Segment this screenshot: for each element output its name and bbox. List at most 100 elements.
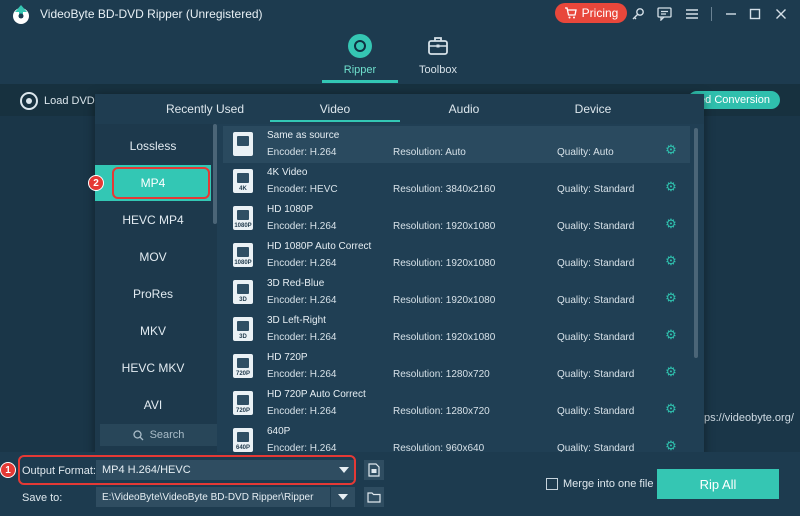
preset-name: HD 720P [267,352,308,363]
save-to-label: Save to: [22,492,63,504]
preset-encoder: Encoder: H.264 [267,221,337,232]
category-prores[interactable]: ProRes [95,276,211,312]
load-dvd-button[interactable]: Load DVD [20,92,95,110]
preset-scrollbar[interactable] [694,128,698,358]
category-hevc-mkv[interactable]: HEVC MKV [95,350,211,386]
merge-label: Merge into one file [563,478,654,490]
search-icon [132,429,144,440]
category-lossless[interactable]: Lossless [95,128,211,164]
video-file-icon: 640P [233,428,253,452]
category-scrollbar[interactable] [213,124,217,224]
3d-cube-icon: 3D [233,280,253,304]
preset-encoder: Encoder: H.264 [267,406,337,417]
gear-icon[interactable]: ⚙ [664,439,678,453]
chevron-down-icon [338,494,348,500]
open-folder-button[interactable] [364,487,384,507]
category-avi[interactable]: AVI [95,387,211,423]
preset-row[interactable]: 1080P HD 1080P Auto Correct Encoder: H.2… [223,237,690,274]
gear-icon[interactable]: ⚙ [664,328,678,342]
preset-list: Same as source Encoder: H.264 Resolution… [223,124,690,458]
main-nav: Ripper Toolbox [0,28,800,84]
preset-name: 3D Left-Right [267,315,326,326]
pricing-button[interactable]: Pricing [555,3,627,23]
gear-icon[interactable]: ⚙ [664,180,678,194]
preset-row[interactable]: Same as source Encoder: H.264 Resolution… [223,126,690,163]
preset-name: Same as source [267,130,340,141]
preset-row[interactable]: 720P HD 720P Encoder: H.264 Resolution: … [223,348,690,385]
maximize-icon[interactable] [746,5,764,23]
preset-row[interactable]: 4K 4K Video Encoder: HEVC Resolution: 38… [223,163,690,200]
preset-encoder: Encoder: HEVC [267,184,338,195]
merge-checkbox[interactable] [546,478,558,490]
preset-resolution: Resolution: 1280x720 [393,406,490,417]
step-badge-1: 1 [0,462,16,478]
load-dvd-label: Load DVD [44,95,95,107]
preset-row[interactable]: 1080P HD 1080P Encoder: H.264 Resolution… [223,200,690,237]
gear-icon[interactable]: ⚙ [664,291,678,305]
preset-encoder: Encoder: H.264 [267,147,337,158]
tab-device[interactable]: Device [533,102,653,116]
category-hevc-mp4[interactable]: HEVC MP4 [95,202,211,238]
preset-name: HD 720P Auto Correct [267,389,366,400]
minimize-icon[interactable] [722,5,740,23]
video-file-icon: 720P [233,391,253,415]
video-file-icon: 1080P [233,206,253,230]
tab-ripper[interactable]: Ripper [320,34,400,76]
tab-video[interactable]: Video [275,102,395,116]
background-url-text: ps://videobyte.org/ [704,412,794,424]
preset-name: HD 1080P [267,204,314,215]
search-placeholder: Search [149,429,185,441]
gear-icon[interactable]: ⚙ [664,402,678,416]
close-icon[interactable] [772,5,790,23]
category-mov[interactable]: MOV [95,239,211,275]
preset-resolution: Resolution: 1920x1080 [393,221,496,232]
video-file-icon: 720P [233,354,253,378]
preset-resolution: Resolution: Auto [393,147,466,158]
preset-resolution: Resolution: 3840x2160 [393,184,496,195]
file-settings-icon [368,463,380,477]
preset-row[interactable]: 3D 3D Red-Blue Encoder: H.264 Resolution… [223,274,690,311]
preset-quality: Quality: Standard [557,295,635,306]
menu-icon[interactable] [683,5,701,23]
output-settings-button[interactable] [364,460,384,480]
save-path-field[interactable]: E:\VideoByte\VideoByte BD-DVD Ripper\Rip… [96,487,330,507]
step-badge-2: 2 [88,175,104,191]
tab-audio[interactable]: Audio [404,102,524,116]
preset-resolution: Resolution: 1920x1080 [393,295,496,306]
callout-mp4 [112,167,210,199]
preset-name: 640P [267,426,291,437]
preset-quality: Quality: Standard [557,369,635,380]
format-search-input[interactable]: Search [100,424,217,446]
preset-encoder: Encoder: H.264 [267,295,337,306]
format-panel: Recently Used Video Audio Device Lossles… [95,94,704,458]
gear-icon[interactable]: ⚙ [664,217,678,231]
gear-icon[interactable]: ⚙ [664,143,678,157]
preset-row[interactable]: 720P HD 720P Auto Correct Encoder: H.264… [223,385,690,422]
preset-resolution: Resolution: 1920x1080 [393,258,496,269]
merge-checkbox-row[interactable]: Merge into one file [546,478,654,490]
preset-encoder: Encoder: H.264 [267,258,337,269]
gear-icon[interactable]: ⚙ [664,365,678,379]
3d-cube-icon: 3D [233,317,253,341]
rip-all-button[interactable]: Rip All [657,469,779,499]
category-mkv[interactable]: MKV [95,313,211,349]
key-icon[interactable] [629,5,647,23]
window-title: VideoByte BD-DVD Ripper (Unregistered) [40,7,263,21]
feedback-icon[interactable] [655,5,673,23]
preset-quality: Quality: Standard [557,184,635,195]
gear-icon[interactable]: ⚙ [664,254,678,268]
save-path-dropdown[interactable] [331,487,355,507]
tab-ripper-label: Ripper [343,64,377,76]
ripper-icon [348,34,372,58]
tab-toolbox[interactable]: Toolbox [398,34,478,76]
cart-icon [564,7,577,19]
title-bar: VideoByte BD-DVD Ripper (Unregistered) P… [0,0,800,28]
toolbox-icon [428,37,448,55]
tab-recently-used[interactable]: Recently Used [145,102,265,116]
preset-resolution: Resolution: 1280x720 [393,369,490,380]
format-tab-indicator [270,120,400,122]
copy-file-icon [233,132,253,156]
video-file-icon: 1080P [233,243,253,267]
preset-row[interactable]: 3D 3D Left-Right Encoder: H.264 Resoluti… [223,311,690,348]
format-tabs: Recently Used Video Audio Device [95,94,704,124]
